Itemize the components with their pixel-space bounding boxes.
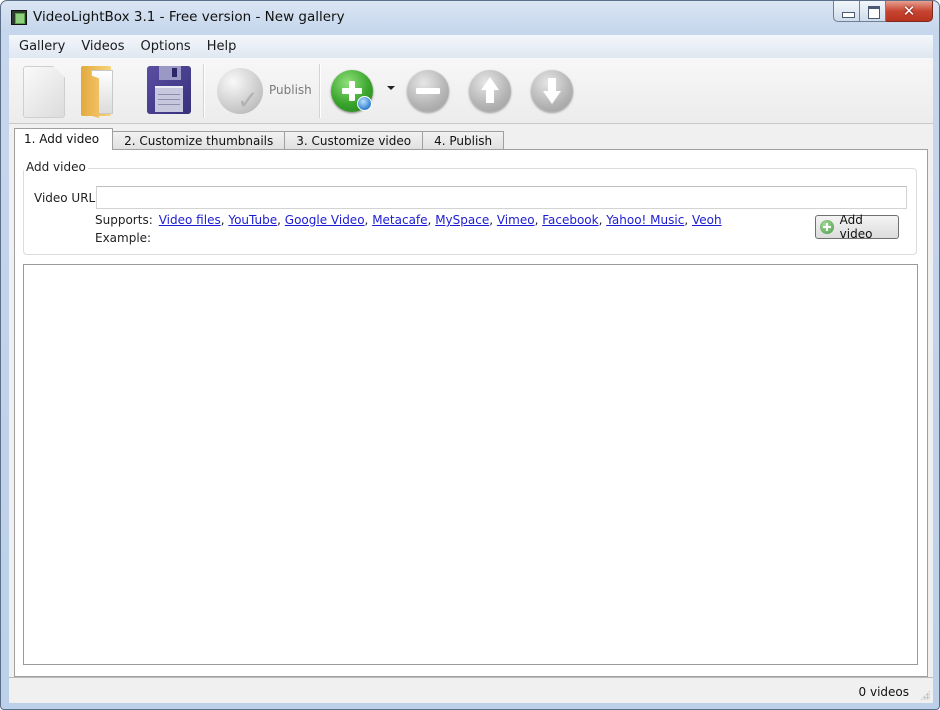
supported-sources: Supports: Video files, YouTube, Google Vi… xyxy=(95,213,722,227)
move-up-button[interactable] xyxy=(469,70,511,112)
open-gallery-button[interactable] xyxy=(79,64,129,120)
link-yahoo-music[interactable]: Yahoo! Music xyxy=(606,213,684,227)
close-button[interactable]: ✕ xyxy=(886,1,933,22)
window-controls: ✕ xyxy=(833,1,933,22)
close-icon: ✕ xyxy=(902,2,916,20)
link-google-video[interactable]: Google Video xyxy=(285,213,365,227)
link-facebook[interactable]: Facebook xyxy=(542,213,598,227)
tab-strip: 1. Add video 2. Customize thumbnails 3. … xyxy=(14,128,505,150)
supports-label: Supports: xyxy=(95,213,153,227)
link-vimeo[interactable]: Vimeo xyxy=(497,213,535,227)
web-globe-icon xyxy=(357,96,372,111)
resize-grip-icon[interactable] xyxy=(920,690,930,700)
menu-options[interactable]: Options xyxy=(133,35,199,58)
save-gallery-button[interactable] xyxy=(147,66,193,116)
menu-bar: Gallery Videos Options Help xyxy=(9,35,933,58)
add-video-group xyxy=(23,168,917,255)
toolbar-separator xyxy=(319,64,320,118)
minimize-button[interactable] xyxy=(833,1,860,22)
add-video-toolbar-button[interactable] xyxy=(331,70,373,112)
move-down-button[interactable] xyxy=(531,70,573,112)
publish-button-label[interactable]: Publish xyxy=(269,83,312,97)
toolbar: Publish xyxy=(9,58,933,124)
video-url-label: Video URL xyxy=(34,191,96,205)
add-video-button-label: Add video xyxy=(839,213,873,241)
new-gallery-button[interactable] xyxy=(23,66,65,118)
client-area: 1. Add video 2. Customize thumbnails 3. … xyxy=(9,124,933,677)
add-video-tab-panel: Add video Video URL Supports: Video files… xyxy=(14,149,928,677)
add-video-button[interactable]: Add video xyxy=(815,213,899,241)
menu-videos[interactable]: Videos xyxy=(73,35,132,58)
menu-help[interactable]: Help xyxy=(199,35,245,58)
window-title: VideoLightBox 3.1 - Free version - New g… xyxy=(33,9,345,25)
floppy-shutter xyxy=(159,66,181,80)
example-label: Example: xyxy=(95,231,152,245)
toolbar-separator xyxy=(203,64,204,118)
remove-video-button[interactable] xyxy=(407,70,449,112)
tab-add-video[interactable]: 1. Add video xyxy=(14,128,114,150)
app-window: VideoLightBox 3.1 - Free version - New g… xyxy=(0,0,940,710)
link-myspace[interactable]: MySpace xyxy=(435,213,489,227)
add-dropdown-arrow-icon[interactable] xyxy=(387,86,395,90)
tab-publish[interactable]: 4. Publish xyxy=(422,131,505,150)
title-bar[interactable]: VideoLightBox 3.1 - Free version - New g… xyxy=(1,1,939,34)
floppy-label xyxy=(155,86,183,112)
maximize-button[interactable] xyxy=(860,1,886,22)
tab-customize-thumbnails[interactable]: 2. Customize thumbnails xyxy=(112,131,286,150)
link-metacafe[interactable]: Metacafe xyxy=(372,213,427,227)
video-url-input[interactable] xyxy=(96,186,907,209)
group-title: Add video xyxy=(24,160,88,174)
publish-globe-icon[interactable] xyxy=(217,68,263,116)
app-film-icon xyxy=(11,10,27,25)
status-bar: 0 videos xyxy=(9,677,933,703)
video-list[interactable] xyxy=(23,264,918,665)
link-video-files[interactable]: Video files xyxy=(159,213,221,227)
link-veoh[interactable]: Veoh xyxy=(692,213,722,227)
link-youtube[interactable]: YouTube xyxy=(228,213,277,227)
tab-customize-video[interactable]: 3. Customize video xyxy=(284,131,424,150)
video-count: 0 videos xyxy=(858,685,909,699)
menu-gallery[interactable]: Gallery xyxy=(11,35,73,58)
add-plus-icon xyxy=(820,220,834,234)
